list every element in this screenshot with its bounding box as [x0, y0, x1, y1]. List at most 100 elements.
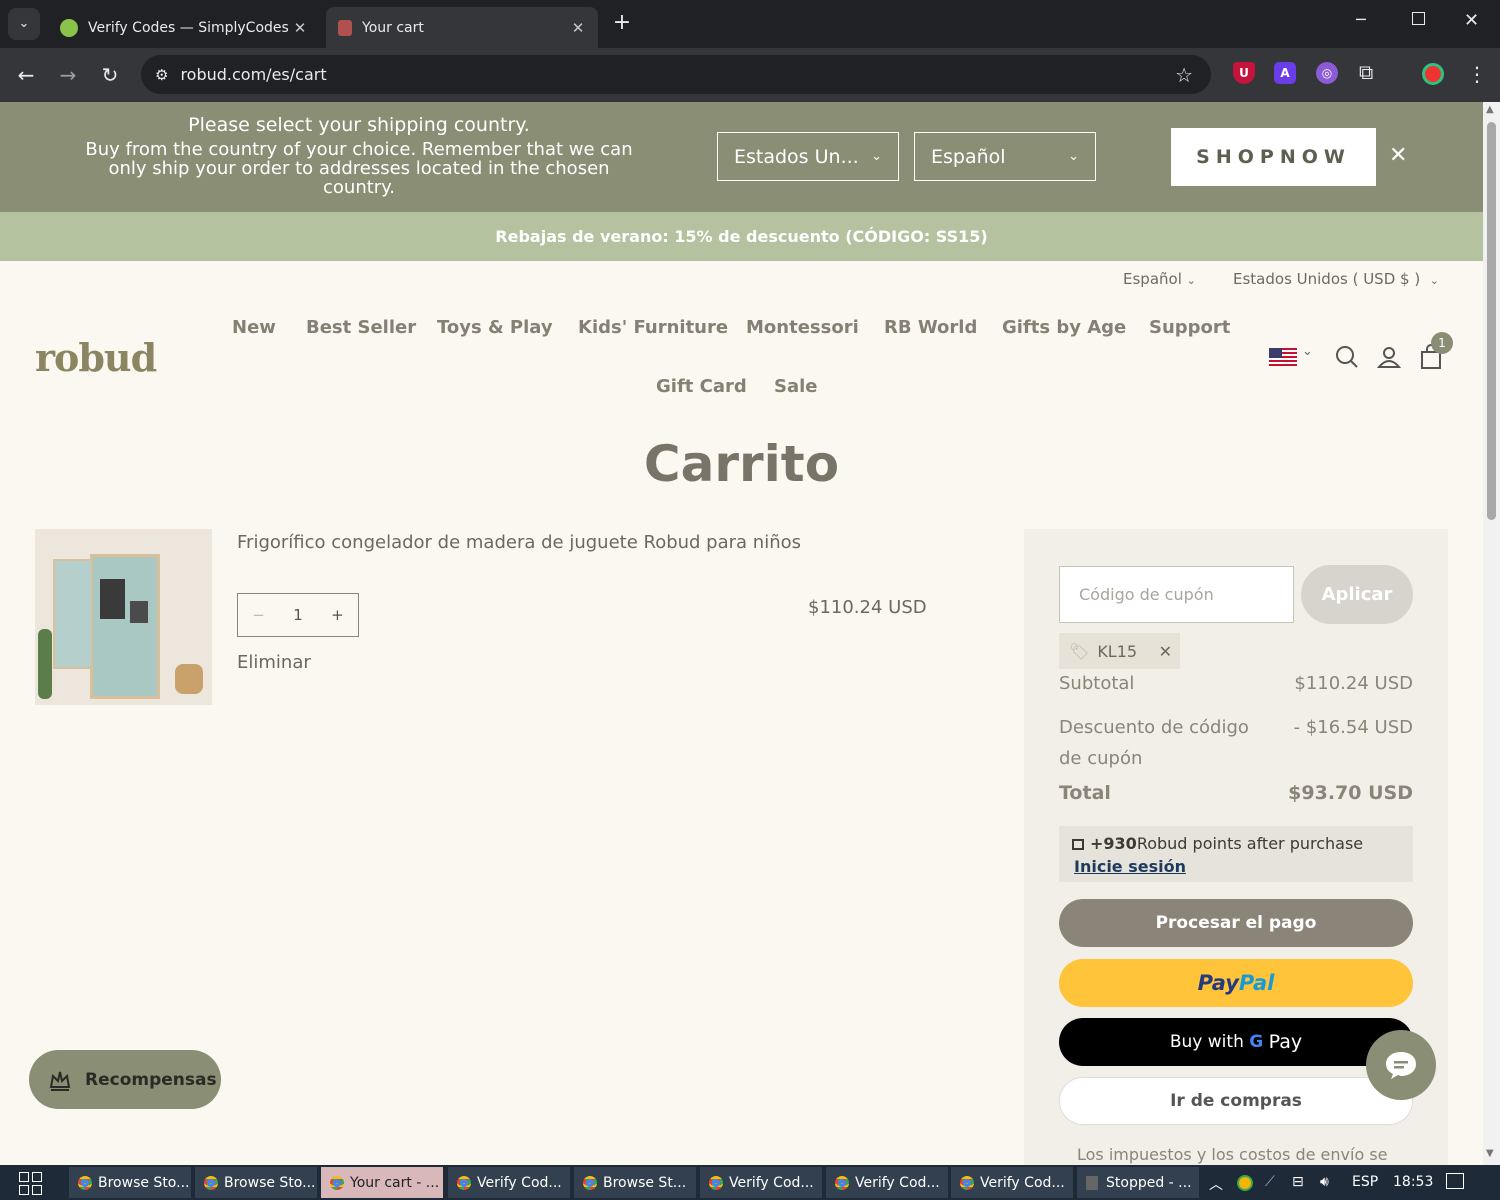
- chrome-icon: [835, 1175, 849, 1190]
- robud-logo[interactable]: robud: [35, 335, 157, 380]
- cart-count-badge: 1: [1431, 332, 1453, 354]
- nav-montessori[interactable]: Montessori: [746, 317, 859, 338]
- page-title: Carrito: [643, 435, 840, 493]
- network-icon[interactable]: ⊟: [1292, 1174, 1304, 1190]
- nav-gifts-by-age[interactable]: Gifts by Age: [1002, 317, 1126, 338]
- address-bar[interactable]: ⚙ robud.com/es/cart ☆: [141, 55, 1211, 94]
- taskbar-item[interactable]: Stopped - ...: [1077, 1167, 1199, 1198]
- account-icon[interactable]: [1377, 345, 1401, 369]
- close-banner-icon[interactable]: ✕: [1389, 143, 1407, 168]
- decrease-qty-button[interactable]: −: [252, 606, 265, 624]
- chrome-icon: [960, 1175, 974, 1190]
- paypal-button[interactable]: Pay Pal: [1059, 959, 1413, 1007]
- checkout-button[interactable]: Procesar el pago: [1059, 899, 1413, 947]
- profile-avatar[interactable]: [1422, 63, 1444, 85]
- ublock-extension-icon[interactable]: U: [1233, 62, 1255, 84]
- site-info-icon[interactable]: ⚙: [155, 66, 168, 84]
- subtotal-row: Subtotal $110.24 USD: [1059, 673, 1413, 694]
- remove-coupon-icon[interactable]: ✕: [1159, 642, 1172, 661]
- continue-shopping-button[interactable]: Ir de compras: [1059, 1077, 1413, 1125]
- google-g-icon: G: [1249, 1032, 1264, 1052]
- language-select[interactable]: Español ⌄: [914, 132, 1096, 181]
- quantity-value[interactable]: 1: [293, 606, 303, 624]
- nav-support[interactable]: Support: [1149, 317, 1230, 338]
- browser-menu-icon[interactable]: ⋮: [1467, 62, 1487, 86]
- nav-rb-world[interactable]: RB World: [884, 317, 977, 338]
- reload-icon[interactable]: ↻: [97, 62, 123, 88]
- chrome-icon: [709, 1175, 723, 1190]
- minimize-button[interactable]: ─: [1356, 10, 1366, 29]
- shop-now-button[interactable]: SHOPNOW: [1171, 128, 1376, 186]
- tray-feather-icon[interactable]: ⟋: [1265, 1174, 1275, 1190]
- tab-your-cart[interactable]: Your cart ✕: [326, 7, 598, 48]
- close-tab-icon[interactable]: ✕: [292, 19, 308, 37]
- login-link[interactable]: Inicie sesión: [1074, 857, 1186, 876]
- forward-icon[interactable]: →: [55, 62, 81, 88]
- back-icon[interactable]: ←: [13, 62, 39, 88]
- taskbar-item[interactable]: Browse Sto...: [69, 1167, 191, 1198]
- remove-item-link[interactable]: Eliminar: [237, 652, 311, 673]
- increase-qty-button[interactable]: +: [331, 606, 344, 624]
- header-currency-select[interactable]: Estados Unidos ( USD $ ) ⌄: [1233, 270, 1439, 288]
- nav-sale[interactable]: Sale: [774, 376, 818, 397]
- chat-bubble-icon: [1386, 1052, 1416, 1079]
- quantity-stepper: − 1 +: [237, 593, 359, 637]
- lock-icon: [1072, 839, 1084, 850]
- promo-bar[interactable]: Rebajas de verano: 15% de descuento (CÓD…: [0, 212, 1483, 261]
- product-image[interactable]: [35, 529, 212, 705]
- item-price: $110.24 USD: [808, 597, 927, 618]
- nav-toys-play[interactable]: Toys & Play: [437, 317, 553, 338]
- tab-search-button[interactable]: ⌄: [8, 8, 40, 40]
- close-tab-icon[interactable]: ✕: [570, 19, 586, 37]
- total-value: $93.70 USD: [1288, 782, 1413, 804]
- tab-verify-codes[interactable]: Verify Codes — SimplyCodes ✕: [48, 7, 320, 48]
- taskbar-item-active[interactable]: Your cart - ...: [321, 1167, 443, 1198]
- tray-app-icon[interactable]: [1237, 1175, 1253, 1191]
- volume-icon[interactable]: 🔊︎: [1320, 1174, 1329, 1190]
- taskbar-item[interactable]: Browse St...: [574, 1167, 696, 1198]
- taskbar-item[interactable]: Verify Cod...: [826, 1167, 948, 1198]
- taskbar-item[interactable]: Verify Cod...: [951, 1167, 1073, 1198]
- tag-icon: 🏷: [1069, 641, 1090, 661]
- scroll-up-arrow[interactable]: ▲: [1486, 104, 1494, 115]
- bookmark-star-icon[interactable]: ☆: [1175, 63, 1193, 87]
- start-grid-icon[interactable]: [19, 1172, 42, 1195]
- scroll-down-arrow[interactable]: ▼: [1486, 1148, 1494, 1159]
- taskbar-item[interactable]: Verify Cod...: [700, 1167, 822, 1198]
- discount-row: Descuento de código de cupón - $16.54 USD: [1059, 712, 1413, 774]
- purple-extension-icon[interactable]: ◎: [1316, 62, 1338, 84]
- close-window-button[interactable]: ✕: [1464, 10, 1479, 31]
- chevron-down-icon[interactable]: ⌄: [1302, 344, 1313, 359]
- header-language-select[interactable]: Español ⌄: [1123, 270, 1196, 288]
- apply-coupon-button[interactable]: Aplicar: [1301, 565, 1413, 624]
- taskbar-item[interactable]: Browse Sto...: [195, 1167, 317, 1198]
- applied-coupon-tag: 🏷 KL15 ✕: [1059, 633, 1180, 669]
- extensions-puzzle-icon[interactable]: ⧉: [1359, 60, 1373, 84]
- chat-button[interactable]: [1366, 1030, 1436, 1100]
- search-icon[interactable]: [1335, 345, 1359, 369]
- tray-chevron-icon[interactable]: ︿: [1209, 1174, 1223, 1194]
- us-flag-icon[interactable]: [1269, 348, 1297, 366]
- country-select[interactable]: Estados Un... ⌄: [717, 132, 899, 181]
- chevron-down-icon: ⌄: [1068, 149, 1079, 164]
- nav-kids-furniture[interactable]: Kids' Furniture: [578, 317, 728, 338]
- rewards-button[interactable]: Recompensas: [29, 1050, 221, 1109]
- app-icon: [1086, 1175, 1098, 1190]
- chevron-down-icon: ⌄: [1429, 274, 1439, 287]
- restore-button[interactable]: [1412, 12, 1425, 25]
- coupon-input[interactable]: Código de cupón: [1059, 566, 1294, 623]
- chevron-down-icon: ⌄: [1186, 274, 1196, 287]
- new-tab-button[interactable]: +: [610, 10, 634, 38]
- input-language[interactable]: ESP: [1352, 1174, 1378, 1190]
- nav-gift-card[interactable]: Gift Card: [656, 376, 747, 397]
- nav-new[interactable]: New: [232, 317, 276, 338]
- banner-body: Buy from the country of your choice. Rem…: [85, 139, 633, 198]
- google-pay-button[interactable]: Buy with G Pay: [1059, 1018, 1413, 1066]
- clock[interactable]: 18:53: [1393, 1174, 1433, 1190]
- scrollbar-thumb[interactable]: [1487, 122, 1496, 520]
- notifications-icon[interactable]: [1446, 1173, 1464, 1189]
- nav-best-seller[interactable]: Best Seller: [306, 317, 416, 338]
- product-name[interactable]: Frigorífico congelador de madera de jugu…: [237, 532, 801, 553]
- taskbar-item[interactable]: Verify Cod...: [448, 1167, 570, 1198]
- a-extension-icon[interactable]: A: [1274, 62, 1296, 84]
